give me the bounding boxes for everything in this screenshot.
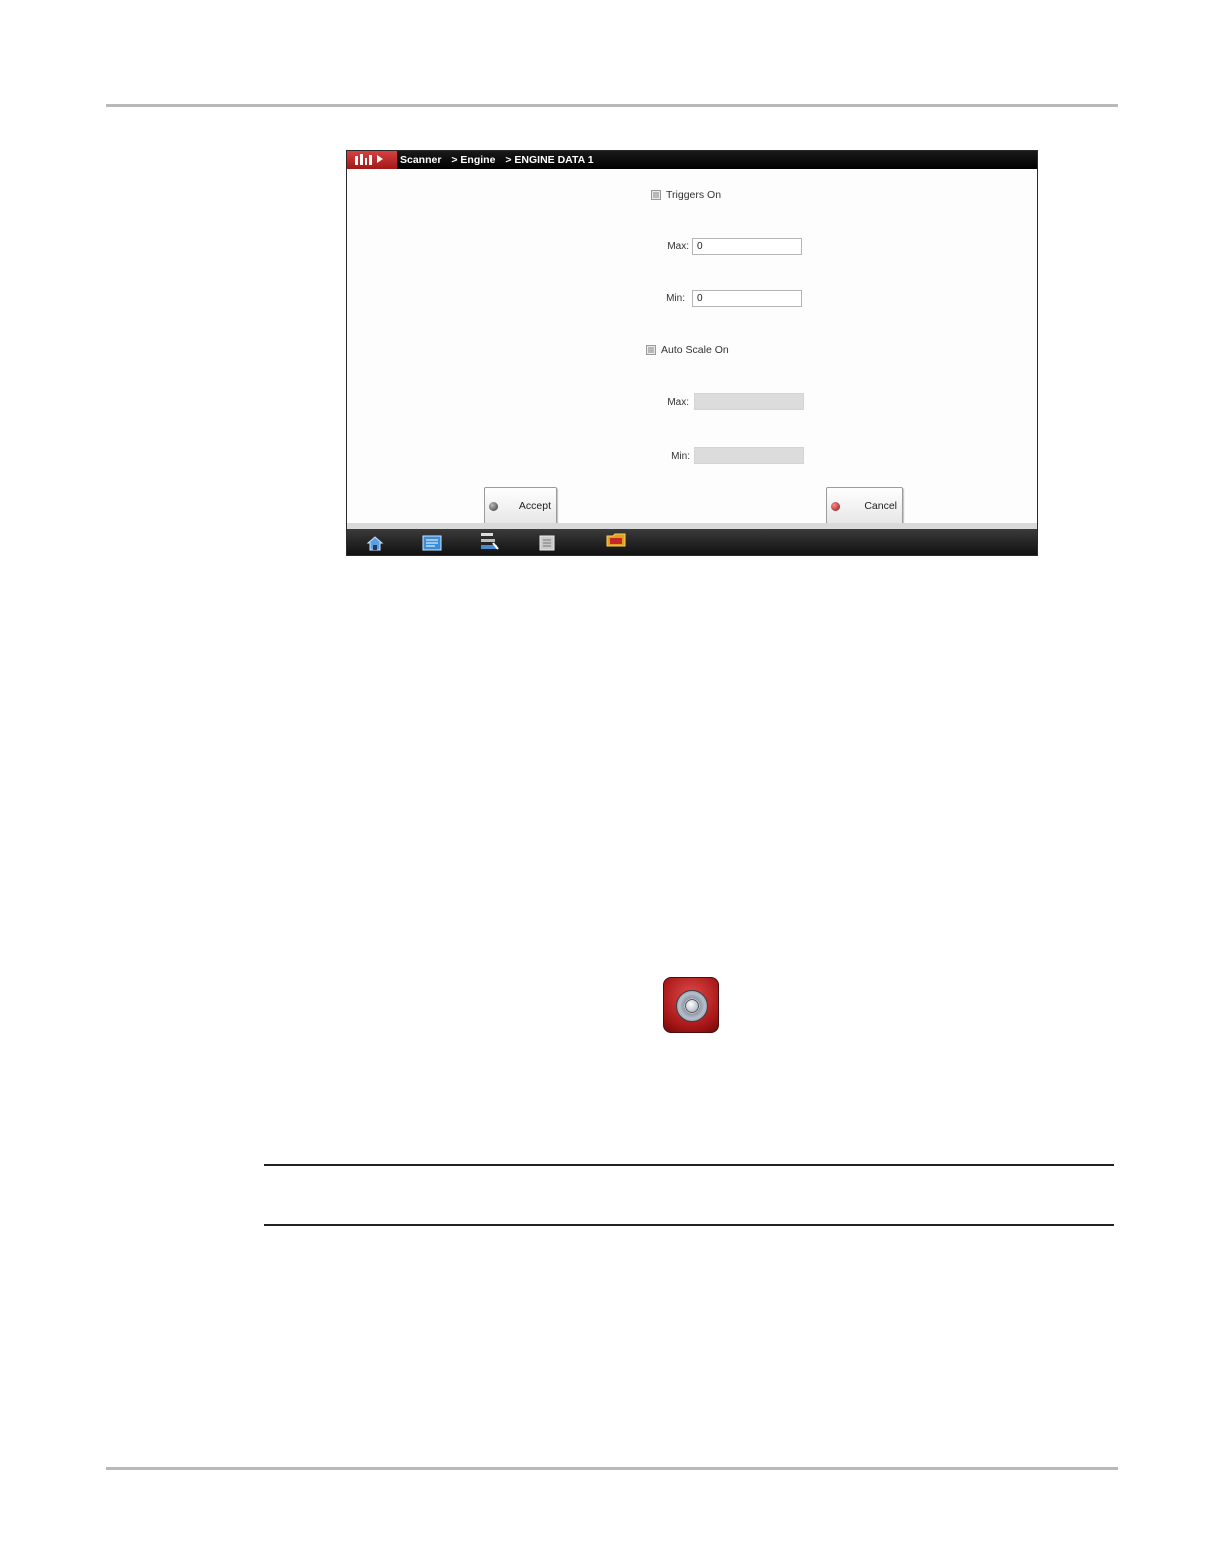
notes-icon[interactable] [538,535,556,551]
triggers-label: Triggers On [666,189,722,201]
trigger-min-label: Min: [666,293,685,304]
cancel-label: Cancel [864,500,897,512]
taskbar [347,523,1037,555]
triggers-checkbox[interactable] [651,190,661,200]
footer-rule [106,1467,1118,1470]
camera-app-icon [663,977,719,1033]
data-list-icon[interactable] [422,535,442,551]
scale-max-input [694,393,804,410]
screenshot-frame: Scanner > Engine > ENGINE DATA 1 Trigger… [346,150,1038,556]
tools-icon[interactable] [479,531,499,550]
trigger-max-input[interactable]: 0 [692,238,802,255]
scale-min-input [694,447,804,464]
breadcrumb-engine-data: > ENGINE DATA 1 [505,154,594,166]
title-bar: Scanner > Engine > ENGINE DATA 1 [347,151,1037,169]
note-rule-top [264,1164,1114,1166]
brand-logo-icon [355,154,383,165]
trigger-max-label: Max: [667,241,689,252]
accept-label: Accept [518,500,551,512]
cancel-icon [831,501,840,511]
settings-panel: Triggers On Max: 0 Min: 0 Auto Scale On … [347,169,1037,525]
folder-icon[interactable] [606,531,626,547]
auto-scale-row[interactable]: Auto Scale On [646,344,729,356]
home-icon[interactable] [366,535,384,551]
brand-logo[interactable] [347,151,397,169]
accept-button[interactable]: Accept [484,487,557,525]
note-rule-bottom [264,1224,1114,1226]
breadcrumb-scanner[interactable]: Scanner [400,154,441,166]
auto-scale-label: Auto Scale On [661,344,729,356]
breadcrumb: Scanner > Engine > ENGINE DATA 1 [400,151,601,169]
cancel-button[interactable]: Cancel [826,487,903,525]
breadcrumb-engine[interactable]: > Engine [451,154,495,166]
scale-max-label: Max: [667,397,689,408]
scale-min-label: Min: [671,451,690,462]
triggers-row[interactable]: Triggers On [651,189,721,201]
accept-icon [489,501,498,511]
camera-lens [685,999,699,1013]
trigger-min-input[interactable]: 0 [692,290,802,307]
auto-scale-checkbox[interactable] [646,345,656,355]
header-rule [106,104,1118,107]
